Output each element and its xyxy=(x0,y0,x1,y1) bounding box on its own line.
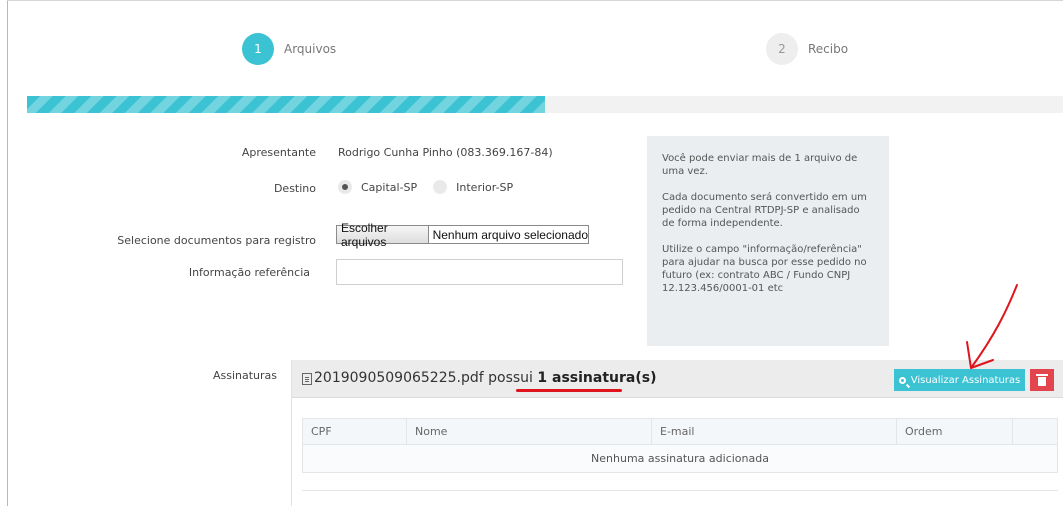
wizard-progress-bar xyxy=(27,96,1063,113)
info-paragraph: Você pode enviar mais de 1 arquivo de um… xyxy=(662,153,858,177)
signature-file-name: 2019090509065225.pdf xyxy=(314,370,484,386)
column-header-actions xyxy=(1012,418,1058,445)
apresentante-label: Apresentante xyxy=(241,146,316,159)
destino-radio-group: Capital-SP Interior-SP xyxy=(338,180,529,194)
signatures-table: CPF Nome E-mail Ordem Nenhuma assinatura… xyxy=(302,418,1058,473)
step-label: Arquivos xyxy=(284,42,337,56)
possui-text: possui xyxy=(488,370,533,386)
file-upload-input[interactable]: Escolher arquivos Nenhum arquivo selecio… xyxy=(336,221,589,249)
signatures-panel-header: 2019090509065225.pdf possui 1 assinatura… xyxy=(292,360,1063,398)
radio-selected-dot xyxy=(342,184,348,190)
info-box: Você pode enviar mais de 1 arquivo de um… xyxy=(647,136,889,346)
signatures-title: 2019090509065225.pdf possui 1 assinatura… xyxy=(314,370,656,386)
radio-label-capital-sp[interactable]: Capital-SP xyxy=(361,181,417,194)
annotation-arrow xyxy=(966,284,1018,369)
info-paragraph: Cada documento será convertido em um ped… xyxy=(662,192,867,229)
search-icon xyxy=(898,376,906,384)
step-number-circle: 2 xyxy=(766,33,798,65)
file-icon xyxy=(302,373,312,385)
radio-capital-sp[interactable] xyxy=(338,180,352,194)
step-label: Recibo xyxy=(808,42,849,56)
signatures-panel: 2019090509065225.pdf possui 1 assinatura… xyxy=(291,360,1063,506)
table-row: Nenhuma assinatura adicionada xyxy=(302,444,1058,473)
apresentante-value: Rodrigo Cunha Pinho (083.369.167-84) xyxy=(338,146,553,159)
trash-icon xyxy=(1036,373,1048,386)
info-paragraph: Utilize o campo "informação/referência" … xyxy=(662,244,867,294)
annotation-underline xyxy=(516,389,622,392)
assinaturas-label: Assinaturas xyxy=(212,369,277,382)
column-header-ordem: Ordem xyxy=(896,418,1013,445)
signature-count: 1 assinatura(s) xyxy=(537,370,657,386)
informacao-referencia-input[interactable] xyxy=(336,259,623,285)
file-status-text: Nenhum arquivo selecionado xyxy=(432,227,588,242)
step-number-circle: 1 xyxy=(242,33,274,65)
table-header-row: CPF Nome E-mail Ordem xyxy=(302,418,1058,445)
radio-label-interior-sp[interactable]: Interior-SP xyxy=(456,181,513,194)
wizard-step-arquivos[interactable]: 1 Arquivos xyxy=(242,33,336,65)
column-header-cpf: CPF xyxy=(302,418,407,445)
informacao-label: Informação referência xyxy=(188,266,310,279)
empty-table-message: Nenhuma assinatura adicionada xyxy=(302,444,1058,473)
choose-files-button[interactable]: Escolher arquivos xyxy=(337,221,429,249)
radio-interior-sp[interactable] xyxy=(433,180,448,194)
destino-label: Destino xyxy=(273,182,316,195)
documentos-label: Selecione documentos para registro xyxy=(117,234,316,247)
page-border-top xyxy=(7,0,1063,1)
column-header-nome: Nome xyxy=(406,418,652,445)
wizard-step-recibo[interactable]: 2 Recibo xyxy=(766,33,848,65)
panel-divider xyxy=(302,490,1058,491)
column-header-email: E-mail xyxy=(651,418,897,445)
page-border-left xyxy=(7,0,8,506)
wizard-progress-fill xyxy=(27,96,545,113)
